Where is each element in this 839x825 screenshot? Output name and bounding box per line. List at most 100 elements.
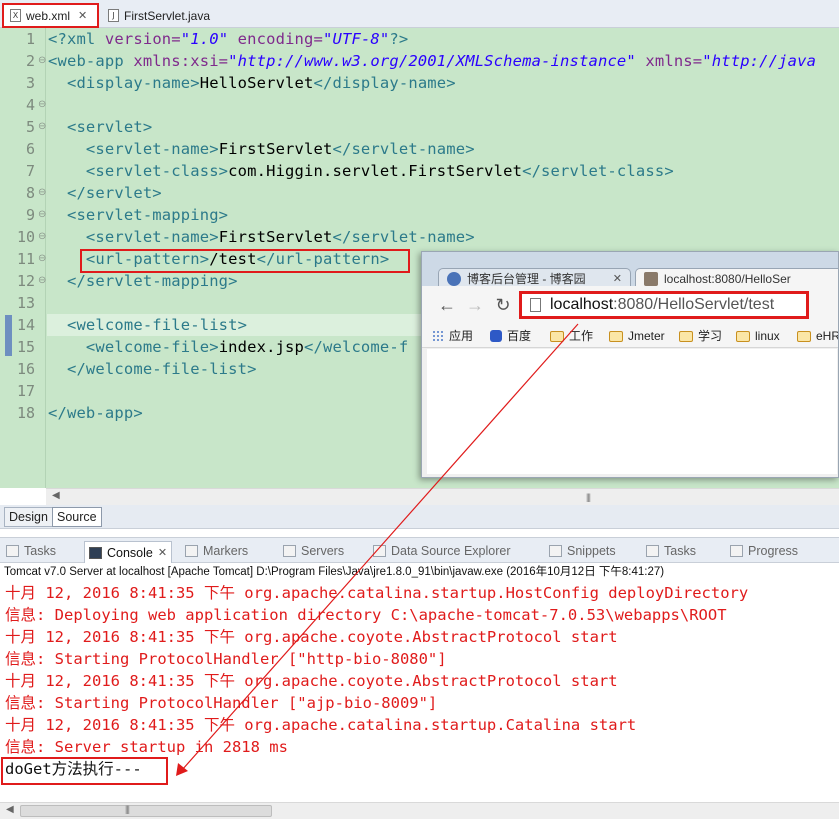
console-line: 信息: Starting ProtocolHandler ["ajp-bio-8…	[5, 694, 438, 712]
line-number: 2	[25, 52, 35, 70]
close-icon[interactable]: ✕	[158, 544, 167, 562]
tab-source[interactable]: Source	[52, 507, 102, 527]
tab-design[interactable]: Design	[4, 507, 53, 527]
servers-icon	[283, 545, 296, 557]
markers-icon	[185, 545, 198, 557]
bookmark-folder-ehr[interactable]: eHR	[797, 327, 838, 345]
tab-data-source-explorer[interactable]: Data Source Explorer	[373, 542, 511, 560]
xml-file-icon: X	[10, 9, 21, 22]
back-arrow-icon[interactable]: ←	[436, 295, 458, 317]
tab-snippets[interactable]: Snippets	[549, 542, 616, 560]
line-number: 6	[25, 140, 35, 158]
console-output[interactable]: 十月 12, 2016 8:41:35 下午 org.apache.catali…	[0, 582, 839, 802]
code-line: <web-app xmlns:xsi="http://www.w3.org/20…	[48, 52, 817, 70]
line-number: 7	[25, 162, 35, 180]
line-number: 11	[16, 250, 35, 268]
console-icon	[89, 546, 102, 559]
forward-arrow-icon[interactable]: →	[464, 295, 486, 317]
java-file-icon: J	[108, 9, 119, 22]
database-icon	[373, 545, 386, 557]
scroll-left-icon[interactable]: ◀	[6, 804, 14, 815]
console-line: 信息: Starting ProtocolHandler ["http-bio-…	[5, 650, 447, 668]
fold-toggle-icon[interactable]: ⊖	[38, 204, 46, 226]
browser-page-content	[427, 349, 837, 474]
browser-tab-localhost[interactable]: localhost:8080/HelloSer	[635, 268, 838, 288]
console-title: Tomcat v7.0 Server at localhost [Apache …	[4, 566, 665, 578]
fold-toggle-icon[interactable]: ⊖	[38, 50, 46, 72]
tasks-icon	[646, 545, 659, 557]
console-horizontal-scrollbar[interactable]: ◀ |||	[0, 802, 839, 819]
code-line: <display-name>HelloServlet</display-name…	[48, 74, 456, 92]
code-line: <servlet-name>FirstServlet</servlet-name…	[48, 140, 475, 158]
doget-highlight-box	[1, 757, 168, 785]
code-line: </web-app>	[48, 404, 143, 422]
tab-tasks-2[interactable]: Tasks	[646, 542, 696, 560]
close-icon[interactable]: ✕	[78, 9, 87, 22]
fold-toggle-icon[interactable]: ⊖	[38, 182, 46, 204]
close-icon[interactable]: ✕	[613, 272, 622, 285]
line-number-gutter: 1 2 3 4 5 6 7 8 9 10 11 12 13 14 15 16 1…	[0, 28, 46, 488]
line-number: 13	[16, 294, 35, 312]
code-line: <servlet-name>FirstServlet</servlet-name…	[48, 228, 475, 246]
tab-label: FirstServlet.java	[124, 8, 211, 23]
console-line: 十月 12, 2016 8:41:35 下午 org.apache.catali…	[5, 716, 637, 734]
line-number: 15	[16, 338, 35, 356]
snippets-icon	[549, 545, 562, 557]
fold-toggle-icon[interactable]: ⊖	[38, 226, 46, 248]
bookmark-folder-work[interactable]: 工作	[550, 327, 593, 345]
tab-markers[interactable]: Markers	[185, 542, 248, 560]
page-favicon-icon	[644, 271, 658, 286]
scroll-left-icon[interactable]: ◀	[52, 490, 60, 501]
cnblogs-favicon-icon	[447, 271, 461, 286]
line-number: 14	[16, 316, 35, 334]
tab-progress[interactable]: Progress	[730, 542, 798, 560]
scroll-grip-icon: |||	[125, 804, 130, 814]
tab-servers[interactable]: Servers	[283, 542, 344, 560]
code-line: <?xml version="1.0" encoding="UTF-8"?>	[48, 30, 409, 48]
apps-grid-icon	[432, 330, 444, 342]
code-line: <welcome-file-list>	[48, 316, 248, 334]
code-line: <servlet-class>com.Higgin.servlet.FirstS…	[48, 162, 674, 180]
line-number: 10	[16, 228, 35, 246]
console-line: 信息: Deploying web application directory …	[5, 606, 727, 624]
tab-first-servlet-java[interactable]: J FirstServlet.java	[106, 3, 210, 28]
browser-tab-strip: 博客后台管理 - 博客园 ✕ localhost:8080/HelloSer	[422, 252, 838, 288]
tab-console[interactable]: Console ✕	[84, 541, 173, 563]
browser-window: 博客后台管理 - 博客园 ✕ localhost:8080/HelloSer ←…	[421, 251, 839, 478]
bookmark-folder-jmeter[interactable]: Jmeter	[609, 327, 665, 345]
code-line: </welcome-file-list>	[48, 360, 257, 378]
line-number: 1	[25, 30, 35, 48]
bookmark-baidu[interactable]: 百度	[490, 327, 531, 345]
line-number: 5	[25, 118, 35, 136]
fold-toggle-icon[interactable]: ⊖	[38, 270, 46, 292]
address-bar[interactable]: localhost:8080/HelloServlet/test	[519, 291, 809, 319]
scrollbar-thumb[interactable]	[20, 805, 272, 817]
line-number: 4	[25, 96, 35, 114]
bookmark-folder-study[interactable]: 学习	[679, 327, 722, 345]
line-number: 3	[25, 74, 35, 92]
bookmark-folder-linux[interactable]: linux	[736, 327, 780, 345]
folder-icon	[679, 330, 693, 342]
bookmark-apps[interactable]: 应用	[432, 327, 473, 345]
reload-icon[interactable]: ↻	[492, 295, 514, 317]
console-line: 信息: Server startup in 2818 ms	[5, 738, 288, 756]
fold-toggle-icon[interactable]: ⊖	[38, 94, 46, 116]
browser-tab-label: 博客后台管理 - 博客园	[467, 272, 586, 286]
tab-tasks[interactable]: Tasks	[6, 542, 56, 560]
folder-icon	[736, 330, 750, 342]
browser-tab-cnblogs[interactable]: 博客后台管理 - 博客园 ✕	[438, 268, 631, 288]
view-tab-bar: Tasks Console ✕ Markers Servers Data Sour…	[0, 537, 839, 563]
tab-label: web.xml	[26, 8, 71, 23]
browser-tab-label: localhost:8080/HelloSer	[664, 271, 791, 286]
code-line: </servlet-mapping>	[48, 272, 238, 290]
line-number: 8	[25, 184, 35, 202]
baidu-icon	[490, 330, 502, 342]
fold-toggle-icon[interactable]: ⊖	[38, 248, 46, 270]
console-line: 十月 12, 2016 8:41:35 下午 org.apache.coyote…	[5, 672, 618, 690]
tab-web-xml[interactable]: X web.xml ✕	[2, 3, 99, 28]
editor-horizontal-scrollbar[interactable]: ◀ |||	[46, 488, 839, 505]
url-pattern-highlight-box	[80, 249, 410, 273]
fold-toggle-icon[interactable]: ⊖	[38, 116, 46, 138]
editor-tab-bar: X web.xml ✕ J FirstServlet.java	[0, 0, 839, 28]
browser-toolbar: ← → ↻ localhost:8080/HelloServlet/test	[422, 286, 838, 324]
